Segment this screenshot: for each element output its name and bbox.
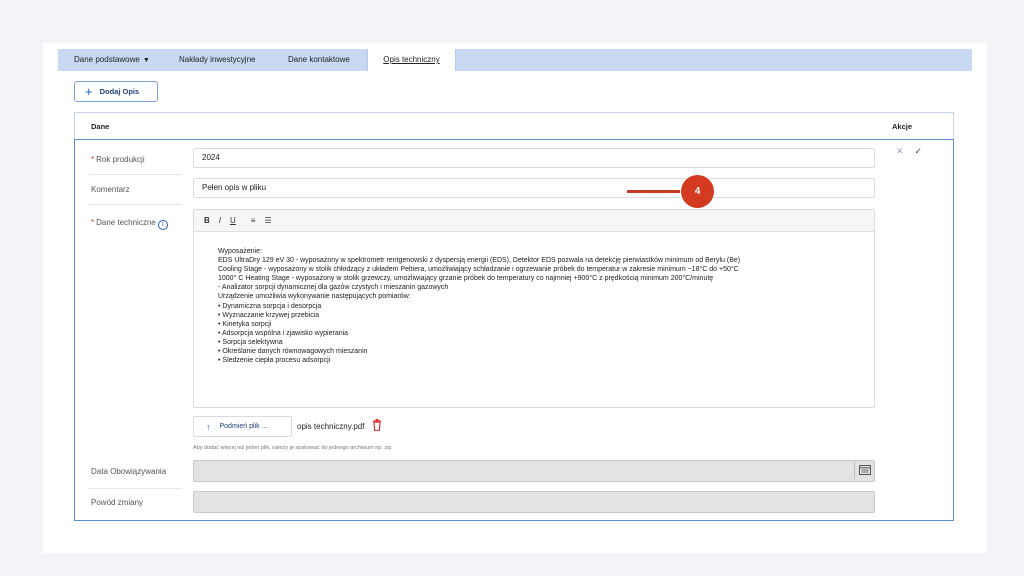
editor-line: Urządzenie umożliwia wykonywanie następu… [218,293,411,301]
divider [89,488,182,489]
editor-line: • Sorpcja selektywna [218,338,283,346]
replace-file-label: Podmień plik ... [219,423,268,430]
header-dane: Dane [91,122,110,131]
data-obowiazywania-input[interactable] [193,460,875,482]
editor-content[interactable]: Wyposażenie: EDS UltraDry 129 eV 30 - wy… [218,247,864,365]
rok-produkcji-input[interactable]: 2024 [193,148,875,168]
komentarz-label: Komentarz [91,185,130,194]
divider [89,204,182,205]
table-header: Dane Akcje [75,113,953,140]
upload-hint: Aby dodać więcej niż jeden plik, należy … [193,445,392,451]
powod-zmiany-label: Powód zmiany [91,498,144,507]
editor-line: • Adsorpcja wspólna i zjawisko wypierani… [218,329,349,337]
editor-line: • Śledzenie ciepła procesu adsorpcji [218,357,331,365]
replace-file-button[interactable]: ↑ Podmień plik ... [193,416,292,437]
confirm-icon[interactable]: ✓ [915,146,923,157]
editor-line: EDS UltraDry 129 eV 30 - wyposażony w sp… [218,257,741,265]
upload-arrow-icon: ↑ [206,421,211,432]
dane-techniczne-text: Dane techniczne [96,218,156,227]
cancel-icon[interactable]: ✕ [896,146,904,157]
rok-produkcji-text: Rok produkcji [96,155,145,164]
rok-produkcji-label: * Rok produkcji [91,155,145,164]
trash-icon[interactable] [372,419,382,433]
italic-button[interactable]: I [219,216,221,225]
komentarz-input[interactable]: Pełen opis w pliku [193,178,875,198]
dane-techniczne-label: * Dane techniczne i [91,218,168,230]
editor-toolbar: B I U ≡ ☰ [194,210,874,232]
table-row: ✕ ✓ * Rok produkcji 2024 Komentarz Pełen … [74,139,954,521]
bullet-list-button[interactable]: ☰ [264,216,271,225]
annotation-line [627,190,683,193]
tab-bar: Dane podstawowe ▼ Nakłady inwestycyjne Da… [58,49,972,71]
required-marker: * [91,155,95,164]
powod-zmiany-input[interactable] [193,491,875,513]
editor-line: Cooling Stage - wyposażony w stolik chło… [218,266,739,274]
editor-line: • Dynamiczna sorpcja i desorpcja [218,302,322,310]
tab-label: Dane podstawowe [74,55,140,64]
row-actions: ✕ ✓ [896,146,922,157]
editor-line: • Kinetyka sorpcji [218,320,272,328]
tab-naklady-inwestycyjne[interactable]: Nakłady inwestycyjne [179,49,255,71]
editor-line: • Wyznaczanie krzywej przebicia [218,311,320,319]
editor-line: Wyposażenie: [218,248,262,255]
annotation-badge: 4 [681,175,714,208]
rich-text-editor[interactable]: B I U ≡ ☰ Wyposażenie: EDS UltraDry 129 … [193,209,875,408]
main-panel: Dane podstawowe ▼ Nakłady inwestycyjne Da… [43,43,987,553]
add-description-button[interactable]: + Dodaj Opis [74,81,158,102]
description-table: Dane Akcje ✕ ✓ * Rok produkcji 2024 Komen… [74,112,954,521]
divider [89,174,182,175]
info-icon[interactable]: i [157,220,168,230]
add-description-label: Dodaj Opis [99,87,140,96]
ordered-list-button[interactable]: ≡ [251,216,256,225]
editor-line: 1000° C Heating Stage - wyposażony w sto… [218,275,714,283]
underline-button[interactable]: U [230,216,236,225]
bold-button[interactable]: B [204,216,210,225]
editor-line: • Określanie danych równowagowych miesza… [218,348,368,356]
chevron-down-icon: ▼ [142,57,150,64]
file-name[interactable]: opis techniczny.pdf [297,422,364,431]
calendar-icon[interactable] [854,461,874,479]
tab-opis-techniczny[interactable]: Opis techniczny [367,49,456,71]
header-akcje: Akcje [892,122,913,131]
tab-dane-kontaktowe[interactable]: Dane kontaktowe [288,49,350,71]
editor-line: - Analizator sorpcji dynamicznej dla gaz… [218,284,449,292]
data-obowiazywania-label: Data Obowiązywania [91,467,167,476]
required-marker: * [91,218,95,227]
plus-icon: + [85,84,93,99]
tab-dane-podstawowe[interactable]: Dane podstawowe ▼ [74,49,150,71]
